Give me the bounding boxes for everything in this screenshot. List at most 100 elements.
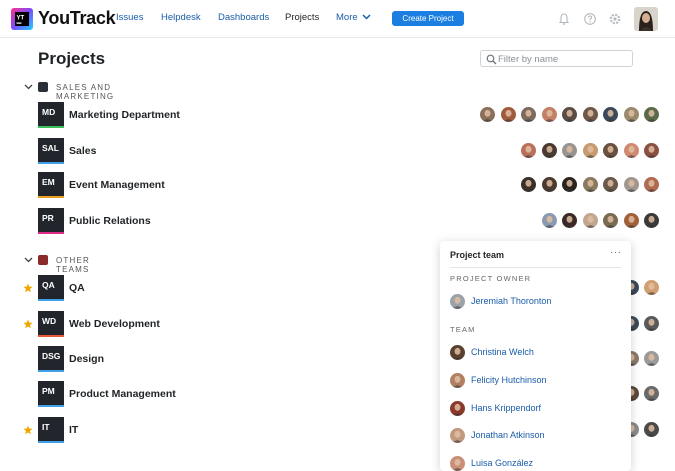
user-avatar[interactable] <box>634 7 658 31</box>
member-avatar[interactable] <box>521 143 536 158</box>
filter-box[interactable] <box>480 50 633 67</box>
member-avatar[interactable] <box>582 107 598 122</box>
create-project-button[interactable]: Create Project <box>392 11 464 26</box>
project-name[interactable]: Marketing Department <box>69 109 180 121</box>
member-avatar[interactable] <box>644 280 659 295</box>
team-avatars[interactable] <box>521 143 659 159</box>
badge-underline <box>38 196 64 198</box>
project-name[interactable]: Public Relations <box>69 215 151 227</box>
member-avatar[interactable] <box>644 177 659 192</box>
member-avatar[interactable] <box>623 107 639 122</box>
youtrack-logo-icon[interactable]: YT <box>11 8 33 30</box>
project-name[interactable]: Web Development <box>69 318 160 330</box>
help-icon[interactable] <box>583 12 597 26</box>
member-avatar[interactable] <box>623 213 639 228</box>
member-avatar[interactable] <box>562 213 577 228</box>
member-avatar[interactable] <box>644 213 659 228</box>
member-avatar[interactable] <box>562 107 577 122</box>
member-name[interactable]: Jeremiah Thoronton <box>471 296 551 306</box>
member-avatar[interactable] <box>521 107 536 122</box>
member-avatar[interactable] <box>603 143 618 158</box>
project-badge: QA <box>38 275 64 301</box>
member-avatar[interactable] <box>623 143 639 158</box>
project-name[interactable]: Design <box>69 353 104 365</box>
team-member[interactable]: Christina Welch <box>450 345 620 361</box>
filter-input[interactable] <box>498 53 628 65</box>
chevron-down-icon <box>24 84 33 90</box>
member-avatar[interactable] <box>582 177 598 192</box>
member-avatar <box>450 345 465 360</box>
team-member[interactable]: Felicity Hutchinson <box>450 373 620 389</box>
more-options-icon[interactable]: ··· <box>610 247 622 258</box>
project-badge: DSG <box>38 346 64 372</box>
project-name[interactable]: Product Management <box>69 388 176 400</box>
member-name[interactable]: Felicity Hutchinson <box>471 375 547 385</box>
gear-icon[interactable] <box>608 12 622 26</box>
user-avatar-icon <box>634 7 658 31</box>
member-avatar[interactable] <box>623 177 639 192</box>
chevron-down-icon <box>24 257 33 263</box>
app-name[interactable]: YouTrack <box>38 8 116 29</box>
project-abbr: DSG <box>42 351 61 361</box>
nav-more[interactable]: More <box>336 12 371 23</box>
member-avatar[interactable] <box>541 177 557 192</box>
team-member[interactable]: Hans Krippendorf <box>450 401 620 417</box>
member-avatar[interactable] <box>582 213 598 228</box>
member-name[interactable]: Luisa González <box>471 458 533 468</box>
team-avatars[interactable] <box>480 107 659 123</box>
project-name[interactable]: Event Management <box>69 179 165 191</box>
project-abbr: SAL <box>42 143 59 153</box>
member-avatar[interactable] <box>541 107 557 122</box>
project-name[interactable]: QA <box>69 282 85 294</box>
project-row-public-relations[interactable]: PR Public Relations <box>0 208 675 236</box>
member-avatar[interactable] <box>480 107 495 122</box>
star-icon[interactable] <box>23 319 33 329</box>
member-avatar[interactable] <box>603 177 618 192</box>
project-name[interactable]: Sales <box>69 145 96 157</box>
project-badge: MD <box>38 102 64 128</box>
member-avatar[interactable] <box>644 316 659 331</box>
bell-icon[interactable] <box>557 12 571 26</box>
team-member[interactable]: Luisa González <box>450 456 620 471</box>
project-name[interactable]: IT <box>69 424 78 436</box>
project-badge: PM <box>38 381 64 407</box>
member-name[interactable]: Hans Krippendorf <box>471 403 541 413</box>
nav-helpdesk[interactable]: Helpdesk <box>161 12 201 23</box>
member-avatar[interactable] <box>582 143 598 158</box>
member-avatar[interactable] <box>562 177 577 192</box>
popup-title: Project team <box>450 250 505 260</box>
project-abbr: QA <box>42 280 55 290</box>
badge-underline <box>38 299 64 301</box>
nav-projects[interactable]: Projects <box>285 12 319 23</box>
project-row-sales[interactable]: SAL Sales <box>0 138 675 166</box>
badge-underline <box>38 441 64 443</box>
project-abbr: EM <box>42 177 55 187</box>
member-avatar[interactable] <box>644 386 659 401</box>
member-avatar[interactable] <box>541 213 557 228</box>
member-name[interactable]: Jonathan Atkinson <box>471 430 545 440</box>
nav-issues[interactable]: Issues <box>116 12 143 23</box>
star-icon[interactable] <box>23 425 33 435</box>
project-badge: SAL <box>38 138 64 164</box>
member-avatar[interactable] <box>644 422 659 437</box>
member-avatar[interactable] <box>644 107 659 122</box>
project-row-event-management[interactable]: EM Event Management <box>0 172 675 200</box>
team-avatars[interactable] <box>521 177 659 193</box>
member-name[interactable]: Christina Welch <box>471 347 534 357</box>
owner-member[interactable]: Jeremiah Thoronton <box>450 294 620 310</box>
member-avatar[interactable] <box>603 213 618 228</box>
member-avatar[interactable] <box>644 351 659 366</box>
team-member[interactable]: Jonathan Atkinson <box>450 428 620 444</box>
member-avatar[interactable] <box>521 177 536 192</box>
project-row-marketing-department[interactable]: MD Marketing Department <box>0 102 675 130</box>
member-avatar[interactable] <box>603 107 618 122</box>
member-avatar[interactable] <box>541 143 557 158</box>
star-icon[interactable] <box>23 283 33 293</box>
team-avatars[interactable] <box>541 213 659 229</box>
nav-dashboards[interactable]: Dashboards <box>218 12 269 23</box>
member-avatar[interactable] <box>562 143 577 158</box>
owner-section-label: PROJECT OWNER <box>450 274 532 283</box>
member-avatar[interactable] <box>500 107 516 122</box>
project-badge: PR <box>38 208 64 234</box>
member-avatar[interactable] <box>644 143 659 158</box>
